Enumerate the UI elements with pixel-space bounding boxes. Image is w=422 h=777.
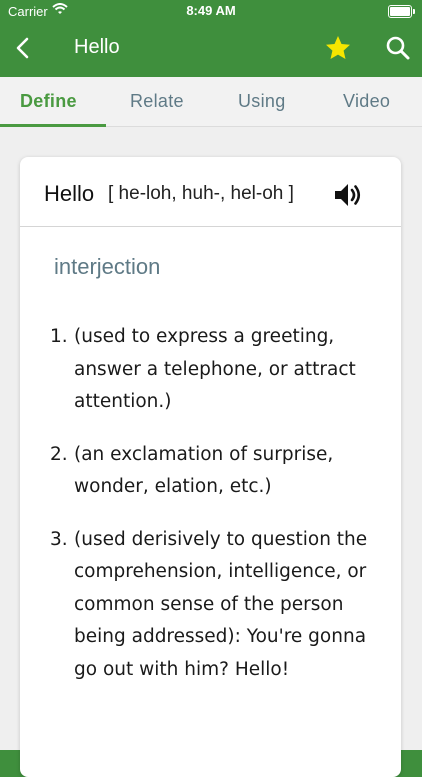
content-area: Hello [ he-loh, huh-, hel-oh ] interject… — [0, 127, 422, 777]
tab-bar: Define Relate Using Video — [0, 77, 422, 127]
definition-number: 2. — [50, 443, 68, 465]
battery-icon — [388, 5, 415, 18]
definition-item: 3. (used derisively to question the comp… — [50, 524, 390, 687]
word-header: Hello [ he-loh, huh-, hel-oh ] — [20, 157, 401, 227]
tab-video[interactable]: Video — [343, 91, 390, 112]
status-bar: Carrier 8:49 AM — [0, 0, 422, 22]
definition-number: 1. — [50, 326, 68, 347]
definition-text: (used derisively to question the compreh… — [74, 528, 368, 680]
part-of-speech: interjection — [54, 254, 161, 279]
search-icon[interactable] — [384, 34, 412, 62]
back-chevron-icon[interactable] — [10, 34, 38, 62]
clock-time: 8:49 AM — [186, 3, 236, 18]
definition-item: 1. (used to express a greeting, answer a… — [50, 321, 390, 419]
tab-using[interactable]: Using — [238, 91, 286, 112]
header-divider — [20, 226, 401, 227]
page-title: Hello — [74, 36, 120, 58]
tab-relate[interactable]: Relate — [130, 91, 184, 112]
definition-card: Hello [ he-loh, huh-, hel-oh ] interject… — [20, 157, 401, 777]
definition-number: 3. — [50, 528, 68, 550]
headword: Hello — [44, 181, 95, 206]
definition-text: (used to express a greeting, answer a te… — [74, 326, 356, 412]
tab-define[interactable]: Define — [20, 91, 77, 112]
pronunciation: [ he-loh, huh-, hel-oh ] — [108, 183, 294, 204]
favorite-star-icon[interactable] — [324, 34, 352, 62]
nav-bar: Hello — [0, 22, 422, 77]
speaker-icon[interactable] — [332, 179, 364, 211]
definition-text: (an exclamation of surprise, wonder, ela… — [74, 443, 334, 498]
definition-list: 1. (used to express a greeting, answer a… — [50, 321, 390, 706]
definition-item: 2. (an exclamation of surprise, wonder, … — [50, 439, 390, 504]
